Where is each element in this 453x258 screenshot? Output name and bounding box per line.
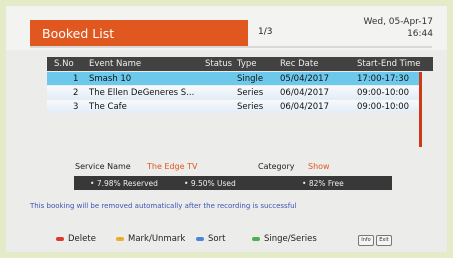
green-key-icon	[252, 237, 260, 241]
info-key-button[interactable]: Info	[358, 235, 374, 246]
single-series-button[interactable]: Singe/Series	[252, 234, 317, 244]
table-header: S.No Event Name Status Type Rec Date Sta…	[47, 57, 433, 71]
category-value: Show	[308, 162, 330, 171]
blue-key-icon	[196, 237, 204, 241]
row-type: Single	[237, 73, 264, 84]
row-type: Series	[237, 87, 264, 98]
service-name-label: Service Name	[75, 162, 131, 171]
row-time: 09:00-10:00	[357, 87, 410, 98]
footer-key-bar: Delete Mark/Unmark Sort Singe/Series Inf…	[6, 234, 447, 252]
table-row[interactable]: 2 The Ellen DeGeneres S... Series 06/04/…	[47, 86, 419, 99]
delete-label: Delete	[68, 234, 96, 244]
page-title: Booked List	[42, 26, 115, 41]
row-time: 17:00-17:30	[357, 73, 410, 84]
time-display: 16:44	[407, 29, 433, 39]
row-sno: 2	[73, 87, 79, 98]
row-sno: 1	[73, 73, 79, 84]
category-label: Category	[258, 162, 295, 171]
column-header-type: Type	[237, 59, 257, 69]
row-event-name: The Cafe	[89, 101, 127, 112]
storage-stats-bar: • 7.98% Reserved • 9.50% Used • 82% Free	[74, 176, 392, 190]
row-rec-date: 05/04/2017	[280, 73, 329, 84]
reserved-stat-text: 7.98% Reserved	[96, 178, 158, 188]
row-sno: 3	[73, 101, 79, 112]
exit-key-button[interactable]: Exit	[376, 235, 392, 246]
used-stat: • 9.50% Used	[184, 178, 236, 188]
used-stat-text: 9.50% Used	[190, 178, 236, 188]
row-time: 09:00-10:00	[357, 101, 410, 112]
sort-label: Sort	[208, 234, 226, 244]
red-key-icon	[56, 237, 64, 241]
mark-unmark-button[interactable]: Mark/Unmark	[116, 234, 185, 244]
row-type: Series	[237, 101, 264, 112]
title-bar: Booked List 1/3 Wed, 05-Apr-17 16:44	[6, 6, 447, 50]
title-separator	[30, 46, 432, 48]
sort-button[interactable]: Sort	[196, 234, 225, 244]
service-name-value: The Edge TV	[147, 162, 198, 171]
title-banner: Booked List	[30, 20, 248, 46]
column-header-start-end-time: Start-End Time	[357, 59, 421, 69]
row-rec-date: 06/04/2017	[280, 101, 329, 112]
column-header-sno: S.No	[54, 59, 74, 69]
single-series-label: Singe/Series	[264, 234, 317, 244]
yellow-key-icon	[116, 237, 124, 241]
table-row[interactable]: 1 Smash 10 Single 05/04/2017 17:00-17:30	[47, 72, 419, 85]
row-rec-date: 06/04/2017	[280, 87, 329, 98]
row-event-name: Smash 10	[89, 73, 132, 84]
reserved-stat: • 7.98% Reserved	[90, 178, 158, 188]
page-indicator: 1/3	[258, 27, 273, 37]
info-message: This booking will be removed automatical…	[30, 202, 297, 210]
free-stat: • 82% Free	[302, 178, 344, 188]
mark-unmark-label: Mark/Unmark	[128, 234, 186, 244]
table-scrollbar[interactable]	[419, 72, 422, 147]
table-row[interactable]: 3 The Cafe Series 06/04/2017 09:00-10:00	[47, 100, 419, 113]
row-event-name: The Ellen DeGeneres S...	[89, 87, 195, 98]
column-header-status: Status	[205, 59, 233, 69]
column-header-event-name: Event Name	[89, 59, 142, 69]
delete-button[interactable]: Delete	[56, 234, 96, 244]
column-header-rec-date: Rec Date	[280, 59, 319, 69]
booked-list-screen: Booked List 1/3 Wed, 05-Apr-17 16:44 S.N…	[6, 6, 447, 252]
date-display: Wed, 05-Apr-17	[363, 17, 433, 27]
free-stat-text: 82% Free	[308, 178, 344, 188]
